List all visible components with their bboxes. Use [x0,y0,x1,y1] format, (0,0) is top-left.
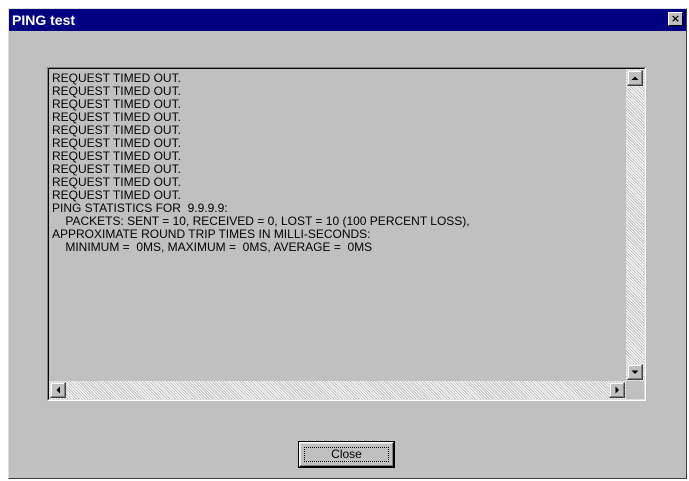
horizontal-scrollbar[interactable] [49,381,626,399]
ping-output-panel: REQUEST TIMED OUT. REQUEST TIMED OUT. REQU… [47,67,646,401]
window-title: PING test [12,12,76,28]
arrow-up-icon[interactable] [627,70,643,86]
output-line: MINIMUM = 0MS, MAXIMUM = 0MS, AVERAGE = … [52,240,373,254]
scrollbar-corner [626,381,644,399]
vertical-scrollbar[interactable] [626,69,644,381]
output-lines: REQUEST TIMED OUT. REQUEST TIMED OUT. REQU… [52,72,470,254]
title-bar[interactable]: PING test × [9,9,686,31]
ping-test-dialog: PING test × REQUEST TIMED OUT. REQUEST TI… [8,8,687,479]
ping-output-text[interactable]: REQUEST TIMED OUT. REQUEST TIMED OUT. REQU… [49,69,626,381]
ping-output-frame: REQUEST TIMED OUT. REQUEST TIMED OUT. REQU… [48,68,645,400]
close-button[interactable]: Close [298,441,395,468]
arrow-down-icon[interactable] [627,364,643,380]
arrow-right-icon[interactable] [609,382,625,398]
close-button-label: Close [304,447,389,462]
close-icon[interactable]: × [668,12,683,26]
arrow-left-icon[interactable] [50,382,66,398]
